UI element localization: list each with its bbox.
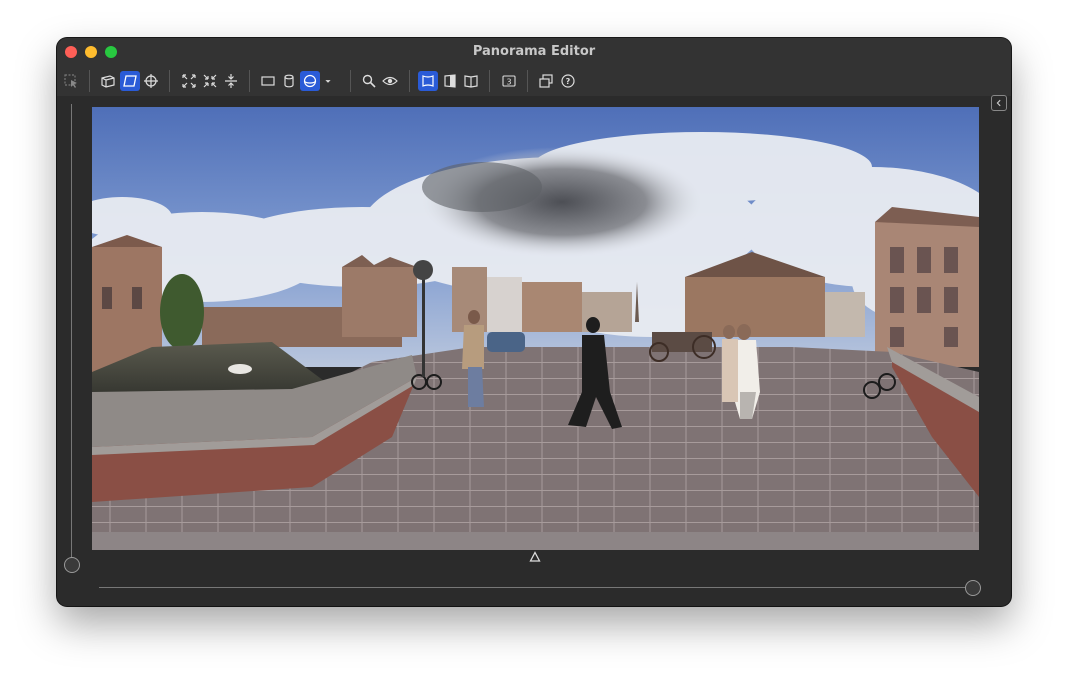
chevron-left-icon	[996, 99, 1001, 107]
expand-button[interactable]	[179, 71, 199, 91]
select-tool-button[interactable]	[61, 71, 81, 91]
cube-view-icon	[101, 75, 115, 88]
title-bar[interactable]: Panorama Editor	[57, 38, 1011, 66]
vertical-slider-track[interactable]	[71, 104, 72, 564]
window-title: Panorama Editor	[472, 44, 596, 59]
toolbar-separator	[489, 70, 490, 92]
sphere-projection-button[interactable]	[300, 71, 320, 91]
shrink-button[interactable]	[200, 71, 220, 91]
help-icon: ?	[561, 74, 575, 88]
number-3-icon: 3	[502, 75, 516, 87]
collapse-panel-button[interactable]	[991, 95, 1007, 111]
projection-dropdown-button[interactable]	[321, 71, 335, 91]
toolbar-separator	[409, 70, 410, 92]
rectangle-icon	[261, 76, 275, 86]
toolbar-separator	[350, 70, 351, 92]
warp-half-icon	[444, 74, 456, 88]
warp-front-icon	[422, 75, 434, 87]
panorama-viewport[interactable]	[92, 107, 979, 550]
layers-icon	[539, 74, 553, 88]
vertical-slider-knob[interactable]	[64, 557, 80, 573]
toolbar-separator	[89, 70, 90, 92]
toolbar-separator	[249, 70, 250, 92]
shrink-icon	[203, 74, 217, 88]
magnifier-icon	[362, 74, 376, 88]
panorama-editor-window: Panorama Editor 3 ?	[57, 38, 1011, 606]
eye-icon	[382, 76, 398, 86]
flip-vertical-icon	[225, 74, 237, 88]
three-d-button[interactable]: 3	[499, 71, 519, 91]
panorama-image	[92, 107, 979, 550]
layers-button[interactable]	[536, 71, 556, 91]
flip-vertical-button[interactable]	[221, 71, 241, 91]
viewport-marker-icon[interactable]	[529, 550, 541, 562]
svg-text:3: 3	[506, 78, 511, 87]
cylinder-projection-button[interactable]	[279, 71, 299, 91]
warp-book-icon	[464, 75, 478, 88]
preview-button[interactable]	[380, 71, 400, 91]
warp-front-button[interactable]	[418, 71, 438, 91]
target-button[interactable]	[141, 71, 161, 91]
plane-view-icon	[123, 75, 137, 87]
warp-half-button[interactable]	[440, 71, 460, 91]
svg-text:?: ?	[566, 77, 571, 86]
toolbar-separator	[527, 70, 528, 92]
toolbar: 3 ?	[57, 66, 1011, 96]
crosshair-icon	[144, 74, 158, 88]
dropdown-arrow-icon	[325, 80, 331, 83]
horizontal-slider-knob[interactable]	[965, 580, 981, 596]
warp-book-button[interactable]	[461, 71, 481, 91]
expand-icon	[182, 74, 196, 88]
rectangle-projection-button[interactable]	[258, 71, 278, 91]
cursor-select-icon	[64, 74, 77, 88]
view-cube-button[interactable]	[98, 71, 118, 91]
cylinder-icon	[284, 74, 294, 88]
horizontal-slider-track[interactable]	[99, 587, 973, 588]
sphere-icon	[303, 74, 317, 88]
view-plane-button[interactable]	[120, 71, 140, 91]
toolbar-separator	[169, 70, 170, 92]
help-button[interactable]: ?	[558, 71, 578, 91]
zoom-button[interactable]	[359, 71, 379, 91]
